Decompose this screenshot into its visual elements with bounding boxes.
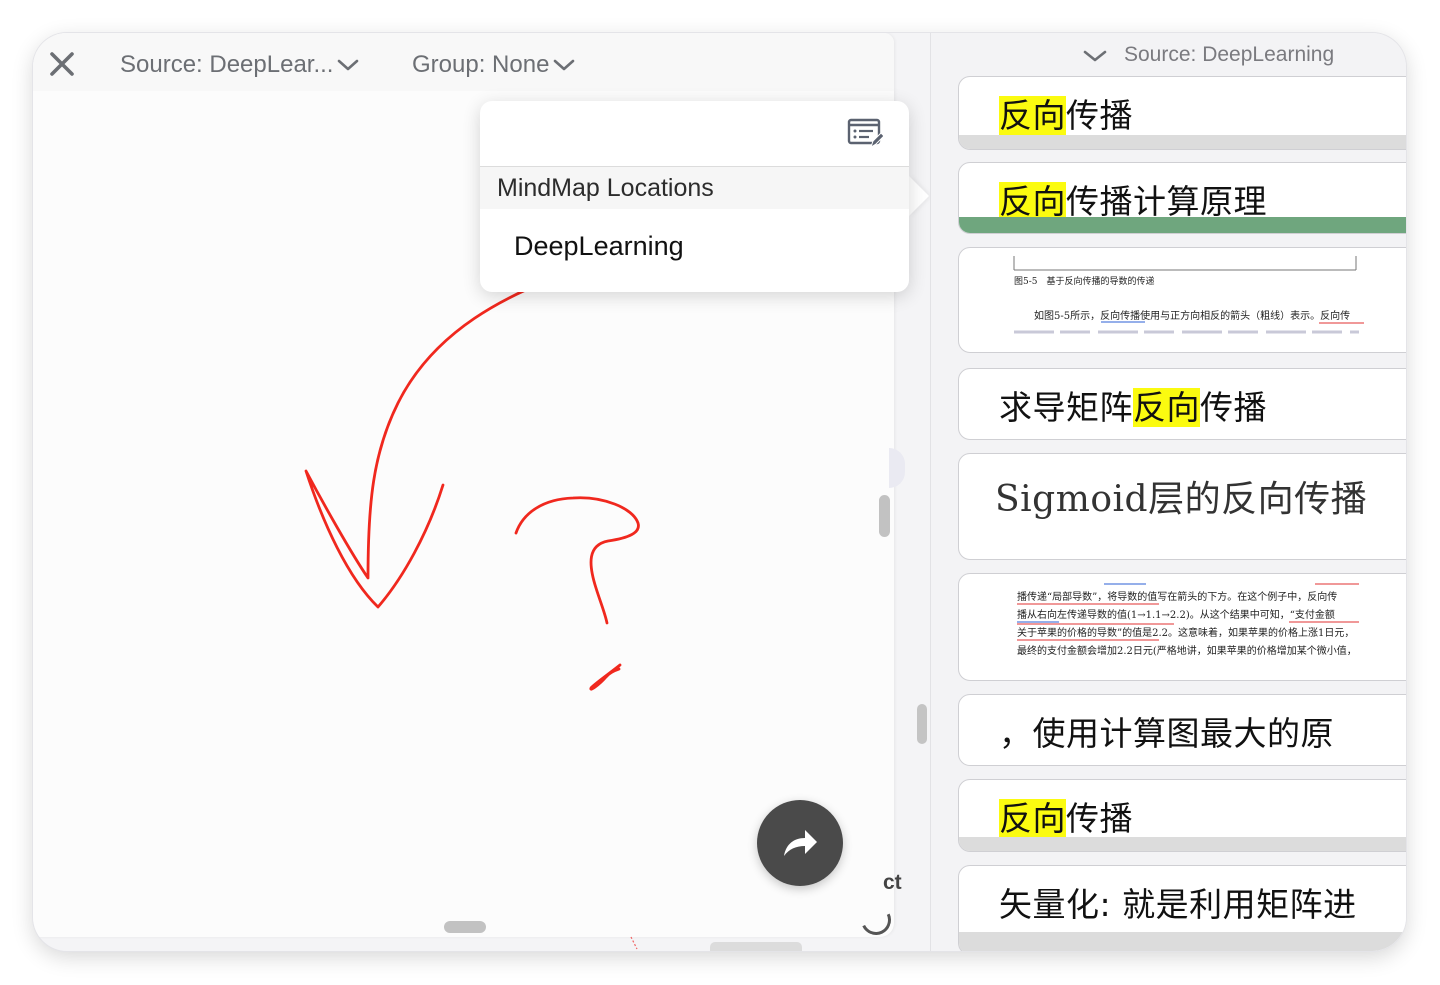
right-source-label: Source: DeepLearning [1124,43,1335,66]
excerpt-card[interactable]: Sigmoid层的反向传播 [958,453,1406,560]
popover-section-title: MindMap Locations [480,167,909,209]
document-snippet-image: 图5-5 基于反向传播的导数的传递 如图5-5所示，反向传播使用与正方向相反的箭… [1013,256,1364,334]
red-mark [630,936,638,950]
share-arrow-icon [784,830,817,856]
bottom-strip [710,942,802,951]
document-snippet-image: 播传递“局部导数”，将导数的值写在箭头的下方。在这个例子中，反向传 播从右向左传… [1017,583,1359,657]
right-source-dropdown[interactable]: Source: DeepLearning [931,39,1406,75]
chevron-down-icon [1083,50,1107,62]
card-status-bar [959,932,1406,951]
panel-divider-handle[interactable] [917,704,927,744]
highlight: 反向 [999,182,1066,221]
doc-line: 关于苹果的价格的导数”的值是2.2。这意味着，如果苹果的价格上涨1日元， [1017,626,1354,639]
share-button[interactable] [757,800,843,886]
excerpt-text: 反向传播 [999,799,1133,838]
excerpt-card[interactable]: 反向传播 [958,779,1406,852]
excerpt-text: 求导矩阵反向传播 [999,388,1267,427]
excerpt-card-image[interactable]: 图5-5 基于反向传播的导数的传递 如图5-5所示，反向传播使用与正方向相反的箭… [958,247,1406,353]
doc-line: 如图5-5所示，反向传播使用与正方向相反的箭头（粗线）表示。反向传 [1034,309,1350,322]
mindmap-locations-popover: MindMap Locations DeepLearning [480,101,909,292]
excerpt-text: 矢量化: 就是利用矩阵进 [999,885,1357,924]
highlight: 反向 [1133,388,1200,427]
doc-caption: 图5-5 基于反向传播的导数的传递 [1014,275,1155,287]
question-mark-stroke [514,496,640,625]
excerpt-card[interactable]: 反向传播 [958,76,1406,150]
hidden-text: ct [883,871,902,894]
vertical-scroll-handle[interactable] [879,495,890,537]
card-status-bar [959,135,1406,149]
popover-arrow [909,176,929,216]
excerpt-text: ，使用计算图最大的原 [999,714,1334,753]
popover-header [480,101,909,167]
doc-line: 播传递“局部导数”，将导数的值写在箭头的下方。在这个例子中，反向传 [1017,590,1337,603]
doc-line: 最终的支付金额会增加2.2日元(严格地讲，如果苹果的价格增加某个微小值， [1017,644,1357,657]
excerpt-card[interactable]: 矢量化: 就是利用矩阵进 [958,865,1406,951]
highlight: 反向 [999,799,1066,838]
horizontal-scroll-handle[interactable] [444,921,486,933]
excerpt-card[interactable]: ，使用计算图最大的原 [958,694,1406,766]
excerpt-text: 反向传播 [999,96,1133,135]
edit-list-icon[interactable] [847,117,883,151]
excerpt-text: 反向传播计算原理 [999,182,1267,221]
popover-item-deeplearning[interactable]: DeepLearning [514,231,684,271]
excerpt-card[interactable]: 求导矩阵反向传播 [958,368,1406,440]
excerpt-card-selected[interactable]: 反向传播计算原理 [958,162,1406,234]
highlight: 反向 [999,96,1066,135]
arrow-stroke [304,264,591,609]
excerpt-list-panel: Source: DeepLearning 反向传播 反向传播计算原理 图5-5 … [930,33,1406,951]
card-status-bar [959,837,1406,851]
app-window: Source: DeepLear... Group: None ct MindM… [33,33,1406,951]
doc-line: 播从右向左传递导数的值(1→1.1→2.2)。从这个结果中可知，“支付金额 [1017,608,1335,621]
question-dot-stroke [589,663,622,691]
excerpt-text: Sigmoid层的反向传播 [995,479,1368,520]
excerpt-card-image[interactable]: 播传递“局部导数”，将导数的值写在箭头的下方。在这个例子中，反向传 播从右向左传… [958,573,1406,681]
hidden-node-edge [889,448,905,488]
card-status-bar-green [959,217,1406,233]
